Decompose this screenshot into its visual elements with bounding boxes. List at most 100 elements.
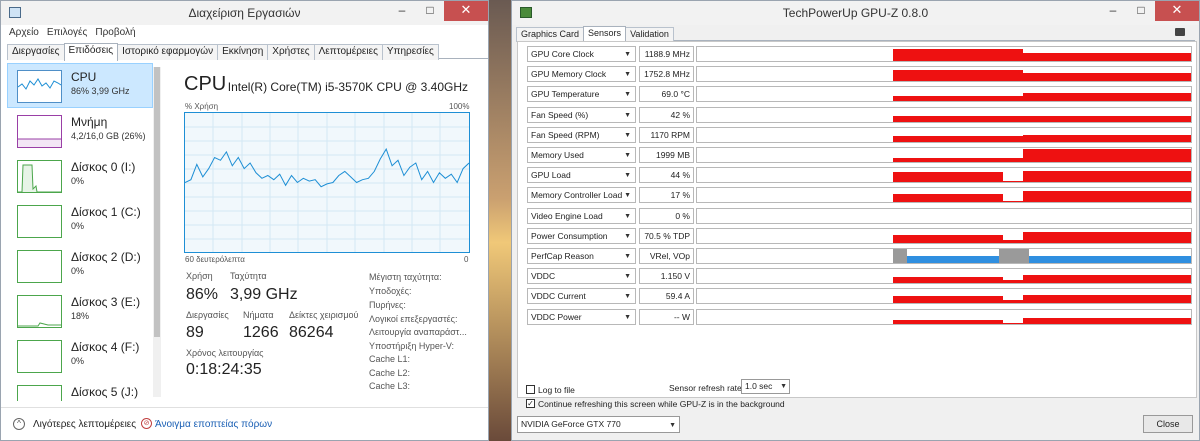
graph-max-label: 100%: [449, 102, 470, 111]
stat-label: Νήματα: [243, 310, 274, 320]
graph-usage-label: % Χρήση: [185, 102, 219, 111]
spec-label: Λειτουργία αναπαράστ...: [369, 327, 467, 337]
cpu-usage-graph: [184, 112, 470, 253]
disk-thumbnail-graph: [17, 340, 62, 373]
sensor-value: 69.0 °C: [639, 86, 694, 103]
menu-file[interactable]: Αρχείο: [9, 27, 39, 38]
close-button[interactable]: ✕: [444, 1, 488, 21]
sensor-name-select[interactable]: Video Engine Load ▼: [527, 207, 636, 224]
resource-disk-2[interactable]: Δίσκος 2 (D:) 0%: [7, 243, 153, 288]
sensor-graph: [696, 66, 1192, 83]
sensor-graph: [696, 207, 1192, 224]
sensor-name-select[interactable]: GPU Load ▼: [527, 167, 636, 184]
close-button[interactable]: ✕: [1155, 1, 1199, 21]
log-to-file-checkbox[interactable]: [526, 385, 535, 394]
stat-label: Χρήση: [186, 271, 213, 281]
cpu-model: Intel(R) Core(TM) i5-3570K CPU @ 3.40GHz: [227, 80, 468, 94]
sensor-name-select[interactable]: Memory Used ▼: [527, 147, 636, 163]
resource-name: Δίσκος 1 (C:): [71, 205, 141, 219]
gpuz-close-button[interactable]: Close: [1143, 415, 1193, 433]
resource-sidebar: CPU 86% 3,99 GHz Μνήμη 4,2/16,0 GB (26%)…: [7, 63, 153, 401]
sensor-name-select[interactable]: Memory Controller Load ▼: [527, 187, 636, 204]
chevron-down-icon: ▼: [624, 131, 631, 139]
sensor-graph: [696, 288, 1192, 305]
menu-options[interactable]: Επιλογές: [47, 27, 87, 38]
resource-value: 0%: [71, 356, 85, 366]
sensor-name: GPU Memory Clock: [531, 69, 607, 80]
tab-users[interactable]: Χρήστες: [267, 44, 315, 60]
spec-label: Cache L3:: [369, 381, 411, 391]
sensor-name-select[interactable]: VDDC ▼: [527, 268, 636, 285]
sensor-name: Memory Controller Load: [531, 190, 623, 201]
maximize-button[interactable]: □: [416, 1, 444, 21]
stat-value: 89: [186, 324, 204, 341]
maximize-button[interactable]: □: [1127, 1, 1155, 21]
task-manager-footer: ^ Λιγότερες λεπτομέρειες ⊘ Άνοιγμα εποπτ…: [1, 407, 488, 440]
resource-monitor-icon[interactable]: ⊘: [141, 418, 152, 429]
resource-disk-3[interactable]: Δίσκος 3 (E:) 18%: [7, 288, 153, 333]
sensor-graph: [696, 308, 1192, 325]
chevron-down-icon: ▼: [624, 293, 631, 301]
gpu-select[interactable]: NVIDIA GeForce GTX 770 ▼: [517, 416, 680, 433]
resource-disk-4[interactable]: Δίσκος 4 (F:) 0%: [7, 333, 153, 378]
tab-graphics-card[interactable]: Graphics Card: [516, 27, 585, 42]
sensor-value: -- W: [639, 308, 694, 325]
chevron-down-icon: ▼: [624, 273, 631, 281]
sensor-graph: [696, 106, 1192, 123]
sensor-name-select[interactable]: GPU Core Clock ▼: [527, 46, 636, 62]
spec-label: Cache L2:: [369, 368, 411, 378]
stat-value: 86%: [186, 286, 219, 303]
tab-performance[interactable]: Επιδόσεις: [63, 43, 119, 61]
minimize-button[interactable]: –: [1099, 1, 1127, 21]
sensor-name: PerfCap Reason: [531, 251, 594, 261]
minimize-button[interactable]: –: [388, 1, 416, 21]
resource-disk-0[interactable]: Δίσκος 0 (I:) 0%: [7, 153, 153, 198]
gpuz-tab-bar: Graphics Card Sensors Validation: [516, 25, 1195, 43]
sensor-name-select[interactable]: VDDC Current ▼: [527, 288, 636, 305]
memory-thumbnail-graph: [17, 115, 62, 148]
chevron-down-icon: ▼: [624, 232, 631, 240]
sensor-name: VDDC Power: [531, 311, 582, 322]
sensor-name: GPU Temperature: [531, 89, 600, 100]
graph-gridlines: [185, 113, 469, 252]
sensor-name-select[interactable]: Power Consumption ▼: [527, 227, 636, 244]
resource-memory[interactable]: Μνήμη 4,2/16,0 GB (26%): [7, 108, 153, 153]
title-bar: Διαχείριση Εργασιών – □ ✕: [1, 1, 488, 25]
sensor-value: 42 %: [639, 106, 694, 123]
sensor-name-select[interactable]: VDDC Power ▼: [527, 308, 636, 325]
spec-label: Cache L1:: [369, 354, 411, 364]
refresh-rate-select[interactable]: 1.0 sec ▼: [741, 379, 790, 394]
refresh-rate-label: Sensor refresh rate:: [669, 383, 745, 393]
sensor-name-select[interactable]: GPU Temperature ▼: [527, 86, 636, 103]
sidebar-scrollbar-thumb[interactable]: [154, 67, 160, 337]
sensor-graph: [696, 86, 1192, 103]
resource-cpu[interactable]: CPU 86% 3,99 GHz: [7, 63, 153, 108]
chevron-down-icon: ▼: [669, 422, 676, 429]
chevron-up-icon[interactable]: ^: [13, 418, 25, 430]
sensor-name-select[interactable]: Fan Speed (%) ▼: [527, 106, 636, 123]
sensor-name-select[interactable]: PerfCap Reason ▼: [527, 248, 636, 264]
resource-disk-5[interactable]: Δίσκος 5 (J:) 0%: [7, 378, 153, 401]
tab-processes[interactable]: Διεργασίες: [7, 44, 65, 60]
chevron-down-icon: ▼: [780, 383, 787, 390]
menu-view[interactable]: Προβολή: [95, 27, 135, 38]
tab-app-history[interactable]: Ιστορικό εφαρμογών: [117, 44, 219, 60]
spec-label: Πυρήνες:: [369, 300, 406, 310]
continue-refresh-checkbox[interactable]: ✓: [526, 399, 535, 408]
tab-validation[interactable]: Validation: [625, 27, 674, 42]
tab-details[interactable]: Λεπτομέρειες: [313, 44, 383, 60]
menu-bar: Αρχείο Επιλογές Προβολή: [1, 25, 488, 41]
cpu-usage-plot: [184, 113, 470, 252]
sensor-value: 17 %: [639, 187, 694, 204]
tab-startup[interactable]: Εκκίνηση: [217, 44, 269, 60]
sensor-value: 59.4 A: [639, 288, 694, 305]
tab-services[interactable]: Υπηρεσίες: [381, 44, 439, 60]
chevron-down-icon: ▼: [624, 172, 631, 180]
resource-disk-1[interactable]: Δίσκος 1 (C:) 0%: [7, 198, 153, 243]
screenshot-camera-icon[interactable]: [1175, 28, 1185, 36]
sensor-name-select[interactable]: GPU Memory Clock ▼: [527, 66, 636, 83]
open-resource-monitor-link[interactable]: Άνοιγμα εποπτείας πόρων: [155, 419, 272, 430]
fewer-details-link[interactable]: Λιγότερες λεπτομέρειες: [33, 419, 136, 430]
sensor-name-select[interactable]: Fan Speed (RPM) ▼: [527, 126, 636, 143]
spec-label: Λογικοί επεξεργαστές:: [369, 314, 458, 324]
